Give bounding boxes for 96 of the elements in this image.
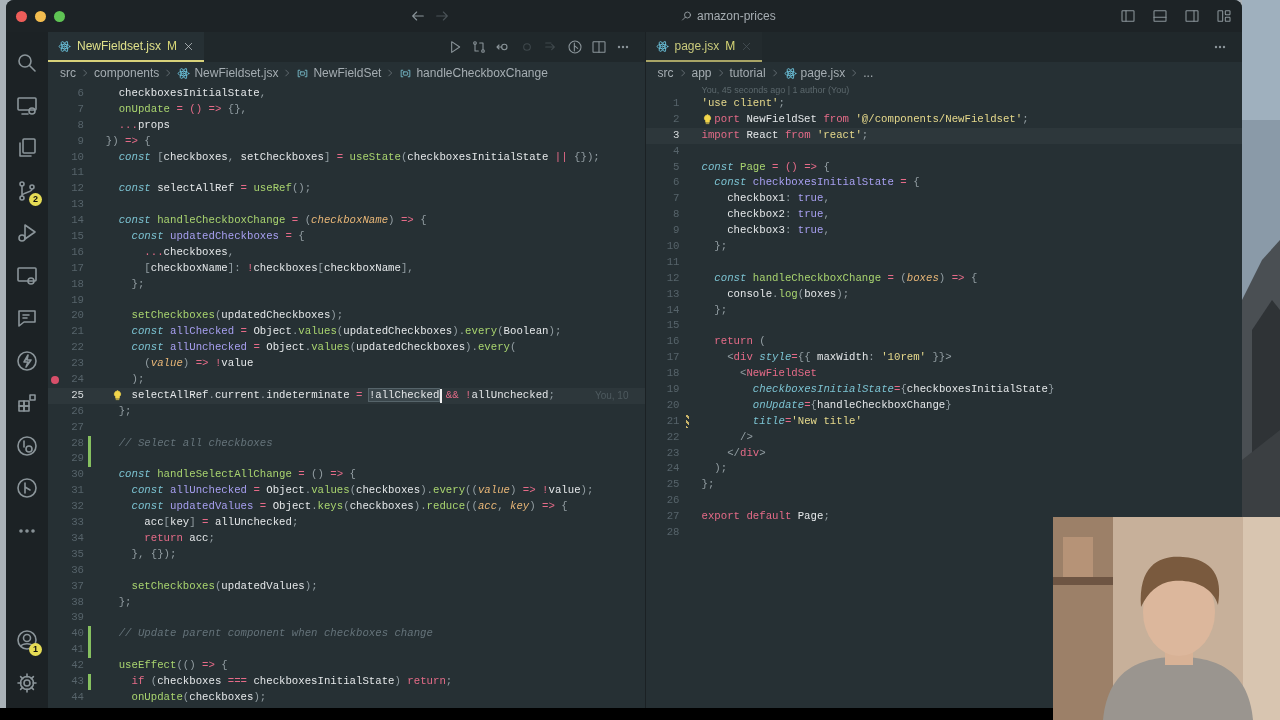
breadcrumb-item[interactable]: src — [60, 64, 76, 82]
code-line: setCheckboxes(updatedValues); — [131, 578, 318, 594]
layout-icon[interactable] — [1216, 8, 1232, 24]
search-icon — [681, 10, 693, 22]
code-line: useEffect(() => { — [118, 658, 228, 674]
code-line: const Page = () => { — [701, 159, 830, 175]
minimize-button[interactable] — [35, 10, 46, 22]
close-button[interactable] — [16, 10, 27, 22]
code-line: checkboxesInitialState={checkboxesInitialState} — [752, 382, 1055, 398]
code-line: // Update parent component when checkboxes change — [118, 626, 433, 642]
code-line: <NewFieldSet — [740, 366, 817, 382]
breadcrumb-item[interactable]: handleCheckboxChange — [416, 64, 548, 82]
code-line: console.log(boxes); — [727, 286, 850, 302]
code-line: [checkboxName]: !checkboxes[checkboxName], — [144, 260, 414, 276]
code-line: selectAllRef.current.indeterminate = !allChecked && !allUnchecked; — [131, 387, 555, 403]
breadcrumb-item[interactable]: components — [94, 64, 160, 82]
code-line: ...checkboxes, — [144, 244, 235, 260]
branch-circle-icon[interactable] — [15, 476, 39, 501]
code-line: }) => { — [105, 133, 151, 149]
chevron-icon — [80, 68, 90, 78]
code-line: // Select all checkboxes — [118, 435, 273, 451]
code-line: const allUnchecked = Object.values(checkboxes).every((value) => !value); — [131, 483, 594, 499]
close-icon[interactable] — [183, 40, 195, 52]
notification-badge: 2 — [29, 193, 42, 206]
back-arrow-icon[interactable] — [410, 8, 426, 24]
panel-bottom-icon[interactable] — [1152, 8, 1168, 24]
lightning-icon[interactable] — [15, 348, 39, 373]
breadcrumb-item[interactable]: app — [691, 64, 712, 82]
breadcrumb-item[interactable]: tutorial — [729, 64, 766, 82]
code-line: <div style={{ maxWidth: '10rem' }}> — [727, 350, 952, 366]
code-line: return ( — [714, 334, 766, 350]
code-line: (value) => !value — [144, 356, 254, 372]
code-line: const checkboxesInitialState = { — [714, 175, 920, 191]
maximize-button[interactable] — [54, 10, 65, 22]
code-line: const updatedValues = Object.keys(checkboxes).reduce((acc, key) => { — [131, 499, 568, 515]
code-line: const handleSelectAllChange = () => { — [118, 467, 357, 483]
code-line: const selectAllRef = useRef(); — [118, 181, 312, 197]
lightbulb-icon[interactable] — [701, 112, 713, 126]
command-center[interactable]: amazon-prices — [675, 6, 895, 26]
code-line: setCheckboxes(updatedCheckboxes); — [131, 308, 344, 324]
react-icon — [783, 66, 797, 80]
code-line: }; — [714, 239, 728, 254]
breadcrumb-item[interactable]: src — [657, 64, 674, 82]
account-icon[interactable] — [15, 628, 39, 653]
circle-icon[interactable] — [15, 433, 39, 458]
code-line: ); — [131, 372, 145, 388]
code-line: onUpdate = () => {}, — [118, 101, 247, 117]
code-line: onUpdate={handleCheckboxChange} — [752, 397, 952, 413]
code-line: port NewFieldSet from '@/components/NewFieldset'; — [714, 111, 1029, 127]
breakpoint-dot[interactable] — [51, 375, 59, 384]
code-line: }; — [118, 403, 132, 419]
react-icon — [655, 39, 669, 53]
breadcrumb-item[interactable]: page.jsx — [800, 64, 846, 82]
line-number: 3 — [672, 127, 680, 143]
code-line: checkboxesInitialState, — [118, 86, 267, 101]
code-line: if (checkboxes === checkboxesInitialState) return; — [131, 673, 453, 689]
code-line: }; — [118, 594, 132, 610]
code-line: checkbox1: true, — [727, 191, 830, 207]
notification-badge: 1 — [29, 642, 42, 656]
line-number: 25 — [70, 387, 84, 403]
compare-icon[interactable] — [470, 39, 487, 55]
breadcrumb-item[interactable]: NewFieldSet — [313, 64, 382, 82]
lightbulb-icon[interactable] — [112, 388, 124, 402]
react-icon — [58, 39, 71, 53]
settings-icon[interactable] — [15, 670, 39, 695]
code-line: }; — [131, 276, 145, 292]
code-line: return acc; — [144, 530, 215, 546]
code-line: }; — [701, 477, 715, 493]
editor-tab[interactable]: NewFieldset.jsx M — [48, 32, 205, 62]
react-icon — [177, 66, 191, 80]
code-line: import React from 'react'; — [701, 127, 869, 143]
code-line: ); — [714, 461, 728, 477]
code-line: title='New title' — [752, 413, 862, 429]
code-line: const handleCheckboxChange = (checkboxName) => { — [118, 213, 427, 229]
panel-left-icon[interactable] — [1120, 8, 1136, 24]
code-line: </div> — [727, 445, 766, 461]
code-line: const [checkboxes, setCheckboxes] = useState(checkboxesInitialState || {}); — [118, 149, 600, 165]
breadcrumb-item[interactable]: NewFieldset.jsx — [194, 64, 279, 82]
code-line: }, {}); — [131, 546, 177, 562]
code-line: checkbox2: true, — [727, 207, 830, 223]
code-line: ...props — [118, 117, 170, 133]
code-line: }; — [714, 302, 728, 318]
code-line: acc[key] = allUnchecked; — [144, 515, 299, 531]
code-line: onUpdate(checkboxes); — [131, 689, 267, 705]
code-line: /> — [740, 429, 753, 445]
code-line: checkbox3: true, — [727, 223, 830, 239]
code-line: 'use client'; — [701, 96, 785, 111]
git-icon[interactable] — [566, 39, 583, 55]
code-line: const allUnchecked = Object.values(updatedCheckboxes).every( — [131, 340, 517, 356]
split-editor-icon[interactable] — [590, 39, 607, 55]
panel-right-icon[interactable] — [1184, 8, 1200, 24]
code-line: const allChecked = Object.values(updatedCheckboxes).every(Boolean); — [131, 324, 562, 340]
code-line: const updatedCheckboxes = { — [131, 229, 305, 244]
code-line: const handleCheckboxChange = (boxes) => { — [714, 270, 978, 286]
code-line: export default Page; — [701, 509, 830, 525]
breadcrumb-item[interactable]: ... — [863, 64, 874, 82]
